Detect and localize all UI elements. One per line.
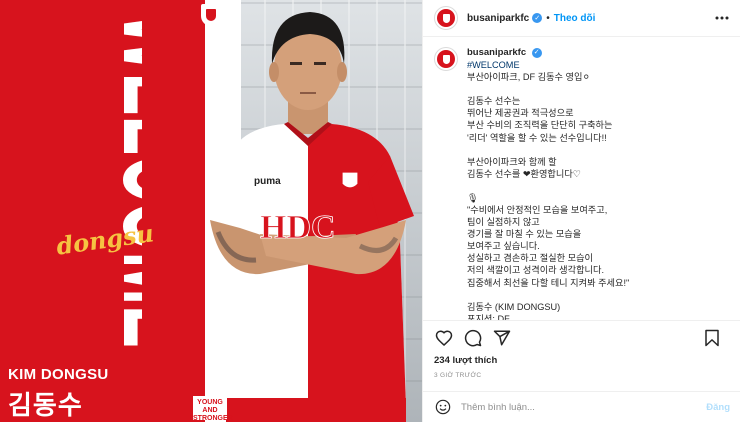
- caption-line: 저의 색깔이고 성격이라 생각합니다.: [467, 265, 604, 276]
- caption-line: 🎙: [467, 192, 479, 203]
- post-caption: busaniparkfc ✓ #WELCOME 부산아이파크, DF 김동수 영…: [423, 38, 740, 320]
- comment-box: Đăng: [423, 391, 740, 422]
- post-side-panel: busaniparkfc ✓ • Theo dõi busaniparkfc ✓…: [422, 0, 740, 422]
- caption-line: 뛰어난 제공권과 적극성으로: [467, 108, 574, 119]
- caption-text: 부산아이파크, DF 김동수 영입⚪ 김동수 선수는 뛰어난 제공권과 적극성으로 부…: [467, 71, 629, 320]
- caption-line: 성실하고 겸손하고 절실한 모습이: [467, 253, 593, 264]
- caption-gap: [467, 180, 629, 192]
- caption-line: 김동수 (KIM DONGSU): [467, 301, 561, 312]
- caption-line: 김동수 선수는: [467, 96, 521, 107]
- jersey-sponsor-text: HDC: [260, 209, 336, 246]
- caption-hashtag[interactable]: #WELCOME: [467, 59, 629, 71]
- player-name-english: KIM DONGSU: [8, 366, 109, 383]
- caption-line: 경기를 잘 마칠 수 있는 모습을: [467, 229, 582, 240]
- verified-badge-icon: ✓: [531, 47, 542, 58]
- jersey-brand-text: puma: [254, 176, 281, 187]
- post-image[interactable]: WELCOME dongsu KIM DONGSU 김동수 HDC puma Y…: [0, 0, 422, 422]
- caption-line: 부산 수비의 조직력을 단단히 구축하는: [467, 120, 613, 131]
- caption-line: 팀이 실점하지 않고: [467, 217, 540, 228]
- caption-line: 부산아이파크와 함께 할: [467, 156, 557, 167]
- caption-gap: [467, 289, 629, 301]
- header-separator: •: [546, 12, 550, 24]
- welcome-text: WELCOME: [98, 12, 142, 348]
- bookmark-icon[interactable]: [702, 328, 722, 348]
- caption-username[interactable]: busaniparkfc: [467, 47, 526, 58]
- player-name-korean: 김동수: [8, 390, 83, 420]
- comment-input[interactable]: [461, 401, 691, 413]
- caption-line: 보여주고 싶습니다.: [467, 241, 540, 252]
- caption-line: '리더' 역할을 할 수 있는 선수입니다!!: [467, 132, 607, 143]
- avatar[interactable]: [434, 6, 458, 30]
- player-figure: HDC puma: [206, 12, 414, 422]
- heart-icon[interactable]: [434, 328, 454, 348]
- verified-badge-icon: ✓: [532, 13, 543, 23]
- post-comment-button[interactable]: Đăng: [706, 402, 730, 413]
- send-icon[interactable]: [492, 328, 512, 348]
- caption-gap: [467, 83, 629, 95]
- post-timestamp[interactable]: 3 GIỜ TRƯỚC: [434, 372, 481, 379]
- caption-gap: [467, 144, 629, 156]
- follow-button[interactable]: Theo dõi: [554, 13, 596, 24]
- action-bar: [423, 320, 740, 354]
- emoji-icon[interactable]: [434, 398, 452, 416]
- more-horizontal-icon[interactable]: [713, 9, 731, 27]
- caption-line: 집중해서 최선을 다할 테니 지켜봐 주세요!": [467, 277, 630, 288]
- caption-body: busaniparkfc ✓ #WELCOME 부산아이파크, DF 김동수 영…: [467, 46, 629, 320]
- comment-icon[interactable]: [463, 328, 483, 348]
- caption-line: 포지션: DF: [467, 313, 510, 320]
- caption-line: 부산아이파크, DF 김동수 영입⚪: [467, 72, 591, 83]
- caption-line: 김동수 선수를 ❤환영합니다♡: [467, 168, 582, 179]
- like-count[interactable]: 234 lượt thích: [434, 355, 497, 366]
- welcome-graphic: WELCOME: [98, 12, 142, 348]
- caption-line: "수비에서 안정적인 모습을 보여주고,: [467, 204, 608, 215]
- post-header: busaniparkfc ✓ • Theo dõi: [423, 0, 740, 37]
- caption-avatar[interactable]: [434, 47, 458, 71]
- campaign-tag: YOUNG AND STRONGER: [193, 396, 233, 422]
- header-username[interactable]: busaniparkfc: [467, 13, 529, 24]
